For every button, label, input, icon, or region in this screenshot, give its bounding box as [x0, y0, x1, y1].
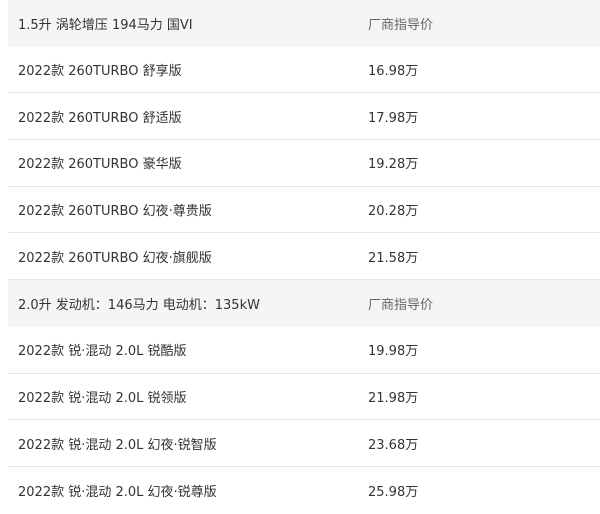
trim-row[interactable]: 2022款 260TURBO 幻夜·旗舰版 21.58万	[8, 233, 600, 281]
price-column-label: 厂商指导价	[368, 17, 434, 33]
trim-price: 25.98万	[368, 484, 419, 500]
group-header-1.5t: 1.5升 涡轮增压 194马力 国VI 厂商指导价	[8, 0, 600, 47]
trim-price: 17.98万	[368, 110, 419, 126]
trim-price: 19.28万	[368, 157, 419, 173]
trim-name[interactable]: 2022款 260TURBO 舒适版	[18, 107, 182, 126]
trim-row[interactable]: 2022款 锐·混动 2.0L 幻夜·锐智版 23.68万	[8, 420, 600, 467]
group-title: 1.5升 涡轮增压 194马力 国VI	[18, 17, 193, 33]
trim-row[interactable]: 2022款 锐·混动 2.0L 锐领版 21.98万	[8, 373, 600, 421]
trim-row[interactable]: 2022款 260TURBO 舒适版 17.98万	[8, 93, 600, 141]
trim-name[interactable]: 2022款 锐·混动 2.0L 锐领版	[18, 387, 187, 406]
trim-row[interactable]: 2022款 260TURBO 舒享版 16.98万	[8, 46, 600, 94]
trim-name[interactable]: 2022款 锐·混动 2.0L 幻夜·锐智版	[18, 434, 217, 453]
trim-name[interactable]: 2022款 260TURBO 舒享版	[18, 60, 182, 79]
trim-name[interactable]: 2022款 260TURBO 豪华版	[18, 153, 182, 172]
trim-price: 21.98万	[368, 390, 419, 406]
trim-name[interactable]: 2022款 260TURBO 幻夜·尊贵版	[18, 200, 212, 219]
trim-price: 20.28万	[368, 204, 419, 220]
trim-row[interactable]: 2022款 锐·混动 2.0L 锐酷版 19.98万	[8, 326, 600, 374]
trim-row[interactable]: 2022款 锐·混动 2.0L 幻夜·锐尊版 25.98万	[8, 466, 600, 514]
trim-price: 23.68万	[368, 437, 419, 453]
trim-row[interactable]: 2022款 260TURBO 豪华版 19.28万	[8, 140, 600, 187]
group-header-2.0-hybrid: 2.0升 发动机：146马力 电动机：135kW 厂商指导价	[8, 280, 600, 327]
trim-name[interactable]: 2022款 260TURBO 幻夜·旗舰版	[18, 247, 212, 266]
group-title: 2.0升 发动机：146马力 电动机：135kW	[18, 297, 260, 313]
price-column-label: 厂商指导价	[368, 297, 434, 313]
price-table: 1.5升 涡轮增压 194马力 国VI 厂商指导价 2022款 260TURBO…	[8, 0, 600, 514]
trim-price: 19.98万	[368, 344, 419, 360]
trim-row[interactable]: 2022款 260TURBO 幻夜·尊贵版 20.28万	[8, 186, 600, 234]
trim-name[interactable]: 2022款 锐·混动 2.0L 锐酷版	[18, 340, 187, 359]
trim-name[interactable]: 2022款 锐·混动 2.0L 幻夜·锐尊版	[18, 481, 217, 500]
trim-price: 16.98万	[368, 64, 419, 80]
trim-price: 21.58万	[368, 250, 419, 266]
